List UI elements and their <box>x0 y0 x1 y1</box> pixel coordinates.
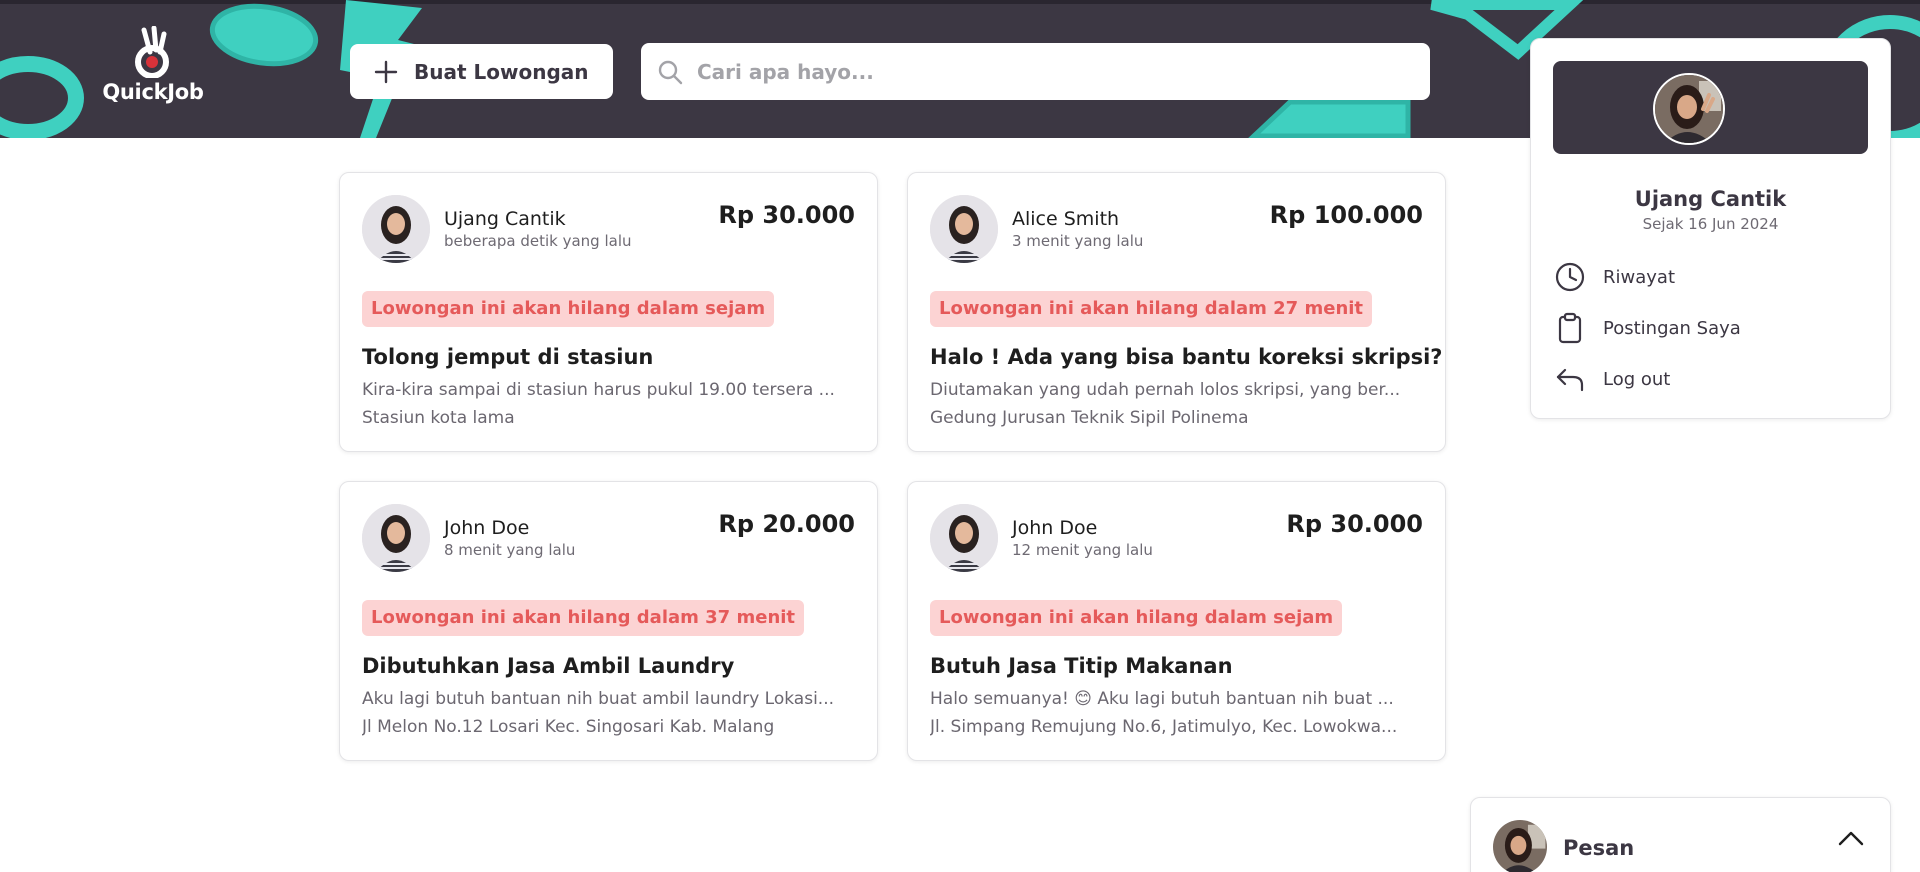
expiry-badge: Lowongan ini akan hilang dalam 27 menit <box>930 291 1373 327</box>
user-avatar <box>930 195 998 263</box>
job-location: Jl. Simpang Remujung No.6, Jatimulyo, Ke… <box>930 717 1398 737</box>
avatar-image <box>930 195 998 263</box>
job-price: Rp 20.000 <box>718 510 855 538</box>
search-icon <box>658 60 683 84</box>
job-location: Jl Melon No.12 Losari Kec. Singosari Kab… <box>362 717 775 737</box>
user-avatar <box>362 504 430 572</box>
job-poster-name: John Doe <box>1012 517 1098 539</box>
profile-avatar[interactable] <box>1653 73 1725 145</box>
job-location: Gedung Jurusan Teknik Sipil Polinema <box>930 408 1249 428</box>
menu-item-riwayat[interactable]: Riwayat <box>1553 257 1873 297</box>
avatar-image <box>362 195 430 263</box>
user-avatar <box>930 504 998 572</box>
job-poster-name: John Doe <box>444 517 530 539</box>
job-price: Rp 30.000 <box>718 201 855 229</box>
user-avatar <box>362 195 430 263</box>
menu-item-label: Postingan Saya <box>1603 317 1741 339</box>
job-description: Halo semuanya! 😊 Aku lagi butuh bantuan … <box>930 689 1394 709</box>
job-posted-time: 8 menit yang lalu <box>444 541 576 559</box>
job-posted-time: 12 menit yang lalu <box>1012 541 1153 559</box>
job-title: Tolong jemput di stasiun <box>362 345 654 369</box>
plus-icon <box>374 60 398 83</box>
search-input[interactable] <box>697 59 1397 84</box>
create-job-label: Buat Lowongan <box>414 59 589 84</box>
messages-label: Pesan <box>1563 836 1635 860</box>
messages-avatar <box>1493 820 1547 872</box>
job-posted-time: 3 menit yang lalu <box>1012 232 1144 250</box>
expiry-badge: Lowongan ini akan hilang dalam sejam <box>930 600 1343 636</box>
app-name: QuickJob <box>102 80 204 104</box>
job-title: Halo ! Ada yang bisa bantu koreksi skrip… <box>930 345 1443 369</box>
job-price: Rp 100.000 <box>1269 201 1423 229</box>
job-poster-name: Ujang Cantik <box>444 208 566 230</box>
expiry-badge: Lowongan ini akan hilang dalam 37 menit <box>362 600 805 636</box>
search-bar[interactable] <box>641 43 1430 100</box>
job-card[interactable]: John Doe 12 menit yang lalu Rp 30.000 Lo… <box>907 481 1446 761</box>
messages-widget[interactable]: Pesan <box>1470 797 1891 872</box>
job-title: Butuh Jasa Titip Makanan <box>930 654 1233 678</box>
job-description: Kira-kira sampai di stasiun harus pukul … <box>362 380 835 400</box>
job-posted-time: beberapa detik yang lalu <box>444 232 632 250</box>
logout-arrow-icon <box>1556 368 1584 392</box>
job-card[interactable]: John Doe 8 menit yang lalu Rp 20.000 Low… <box>339 481 878 761</box>
job-card[interactable]: Ujang Cantik beberapa detik yang lalu Rp… <box>339 172 878 452</box>
clock-icon <box>1555 262 1585 292</box>
clipboard-icon <box>1558 312 1582 344</box>
avatar-image <box>362 504 430 572</box>
profile-name: Ujang Cantik <box>1634 187 1787 211</box>
quickjob-logo[interactable]: QuickJob <box>98 26 208 116</box>
job-description: Diutamakan yang udah pernah lolos skrips… <box>930 380 1401 400</box>
profile-panel: Ujang Cantik Sejak 16 Jun 2024 Riwayat P… <box>1530 38 1891 419</box>
menu-item-postingan-saya[interactable]: Postingan Saya <box>1553 308 1873 348</box>
profile-member-since: Sejak 16 Jun 2024 <box>1642 215 1779 233</box>
job-description: Aku lagi butuh bantuan nih buat ambil la… <box>362 689 834 709</box>
avatar-image <box>930 504 998 572</box>
job-card[interactable]: Alice Smith 3 menit yang lalu Rp 100.000… <box>907 172 1446 452</box>
create-job-button[interactable]: Buat Lowongan <box>350 44 613 99</box>
chevron-up-icon[interactable] <box>1836 824 1866 854</box>
expiry-badge: Lowongan ini akan hilang dalam sejam <box>362 291 775 327</box>
ok-hand-logo-icon <box>135 26 169 78</box>
job-price: Rp 30.000 <box>1286 510 1423 538</box>
job-title: Dibutuhkan Jasa Ambil Laundry <box>362 654 735 678</box>
job-location: Stasiun kota lama <box>362 408 515 428</box>
job-poster-name: Alice Smith <box>1012 208 1120 230</box>
messages-avatar-photo <box>1493 820 1547 872</box>
menu-item-label: Riwayat <box>1603 266 1675 288</box>
profile-photo <box>1655 75 1723 143</box>
menu-item-label: Log out <box>1603 368 1671 390</box>
menu-item-log-out[interactable]: Log out <box>1553 359 1873 399</box>
